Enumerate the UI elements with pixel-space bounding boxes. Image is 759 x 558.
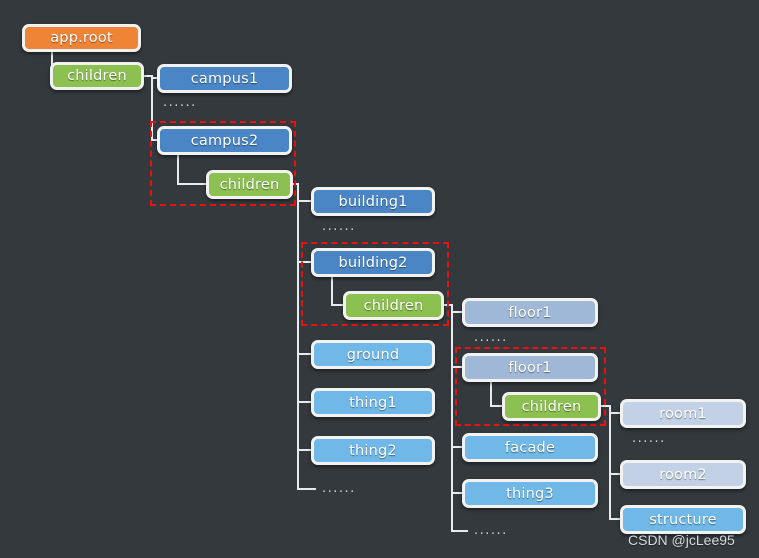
- node-label: building1: [338, 193, 408, 210]
- node-label: building2: [338, 254, 408, 271]
- ellipsis-marker: ......: [322, 481, 356, 496]
- node-room1[interactable]: room1: [620, 399, 746, 428]
- connector-line: [609, 474, 620, 520]
- scene-graph-canvas: app.root children campus1 campus2 children bu…: [0, 0, 759, 558]
- connector-line: [451, 447, 462, 494]
- node-campus1[interactable]: campus1: [157, 64, 292, 93]
- node-campus2[interactable]: campus2: [157, 126, 292, 155]
- node-label: structure: [649, 511, 717, 528]
- node-label: campus2: [190, 132, 259, 149]
- node-floor1a[interactable]: floor1: [462, 298, 598, 327]
- node-children2[interactable]: children: [343, 291, 444, 320]
- connector-line: [293, 183, 311, 202]
- connector-line: [444, 304, 462, 313]
- connector-line: [297, 354, 311, 403]
- node-children3[interactable]: children: [502, 392, 601, 421]
- node-thing3[interactable]: thing3: [462, 479, 598, 508]
- connector-line: [297, 262, 311, 355]
- node-structure[interactable]: structure: [620, 505, 746, 534]
- node-label: ground: [346, 346, 400, 363]
- node-label: thing3: [506, 485, 554, 502]
- ellipsis-marker: ......: [474, 330, 508, 345]
- connector-line: [490, 382, 502, 407]
- node-label: room2: [659, 466, 707, 483]
- node-floor1b[interactable]: floor1: [462, 353, 598, 382]
- connector-line: [331, 277, 343, 306]
- node-room2[interactable]: room2: [620, 460, 746, 489]
- node-thing2[interactable]: thing2: [311, 436, 435, 465]
- connector-line: [297, 402, 311, 451]
- node-ground[interactable]: ground: [311, 340, 435, 369]
- node-label: children: [219, 176, 280, 193]
- node-thing1[interactable]: thing1: [311, 388, 435, 417]
- ellipsis-marker: ......: [474, 523, 508, 538]
- node-children0[interactable]: children: [50, 62, 144, 90]
- node-root[interactable]: app.root: [22, 24, 141, 52]
- ellipsis-marker: ......: [322, 219, 356, 234]
- node-label: room1: [659, 405, 707, 422]
- node-label: floor1: [508, 359, 552, 376]
- node-building2[interactable]: building2: [311, 248, 435, 277]
- node-label: facade: [504, 439, 556, 456]
- node-label: children: [521, 398, 582, 415]
- node-label: children: [363, 297, 424, 314]
- connector-line: [451, 312, 462, 368]
- node-children1[interactable]: children: [206, 170, 293, 199]
- connector-line: [144, 75, 157, 79]
- node-label: thing2: [349, 442, 397, 459]
- node-label: thing1: [349, 394, 397, 411]
- connector-line: [177, 155, 206, 185]
- watermark-label: CSDN @jcLee95: [628, 532, 735, 548]
- node-label: floor1: [508, 304, 552, 321]
- node-label: campus1: [190, 70, 259, 87]
- node-label: app.root: [50, 30, 113, 46]
- ellipsis-marker: ......: [163, 95, 197, 110]
- node-facade[interactable]: facade: [462, 433, 598, 462]
- node-label: children: [67, 68, 127, 84]
- connector-line: [609, 413, 620, 475]
- connector-line: [297, 201, 311, 263]
- node-building1[interactable]: building1: [311, 187, 435, 216]
- ellipsis-marker: ......: [632, 431, 666, 446]
- connector-line: [601, 405, 620, 414]
- connector-line: [451, 367, 462, 448]
